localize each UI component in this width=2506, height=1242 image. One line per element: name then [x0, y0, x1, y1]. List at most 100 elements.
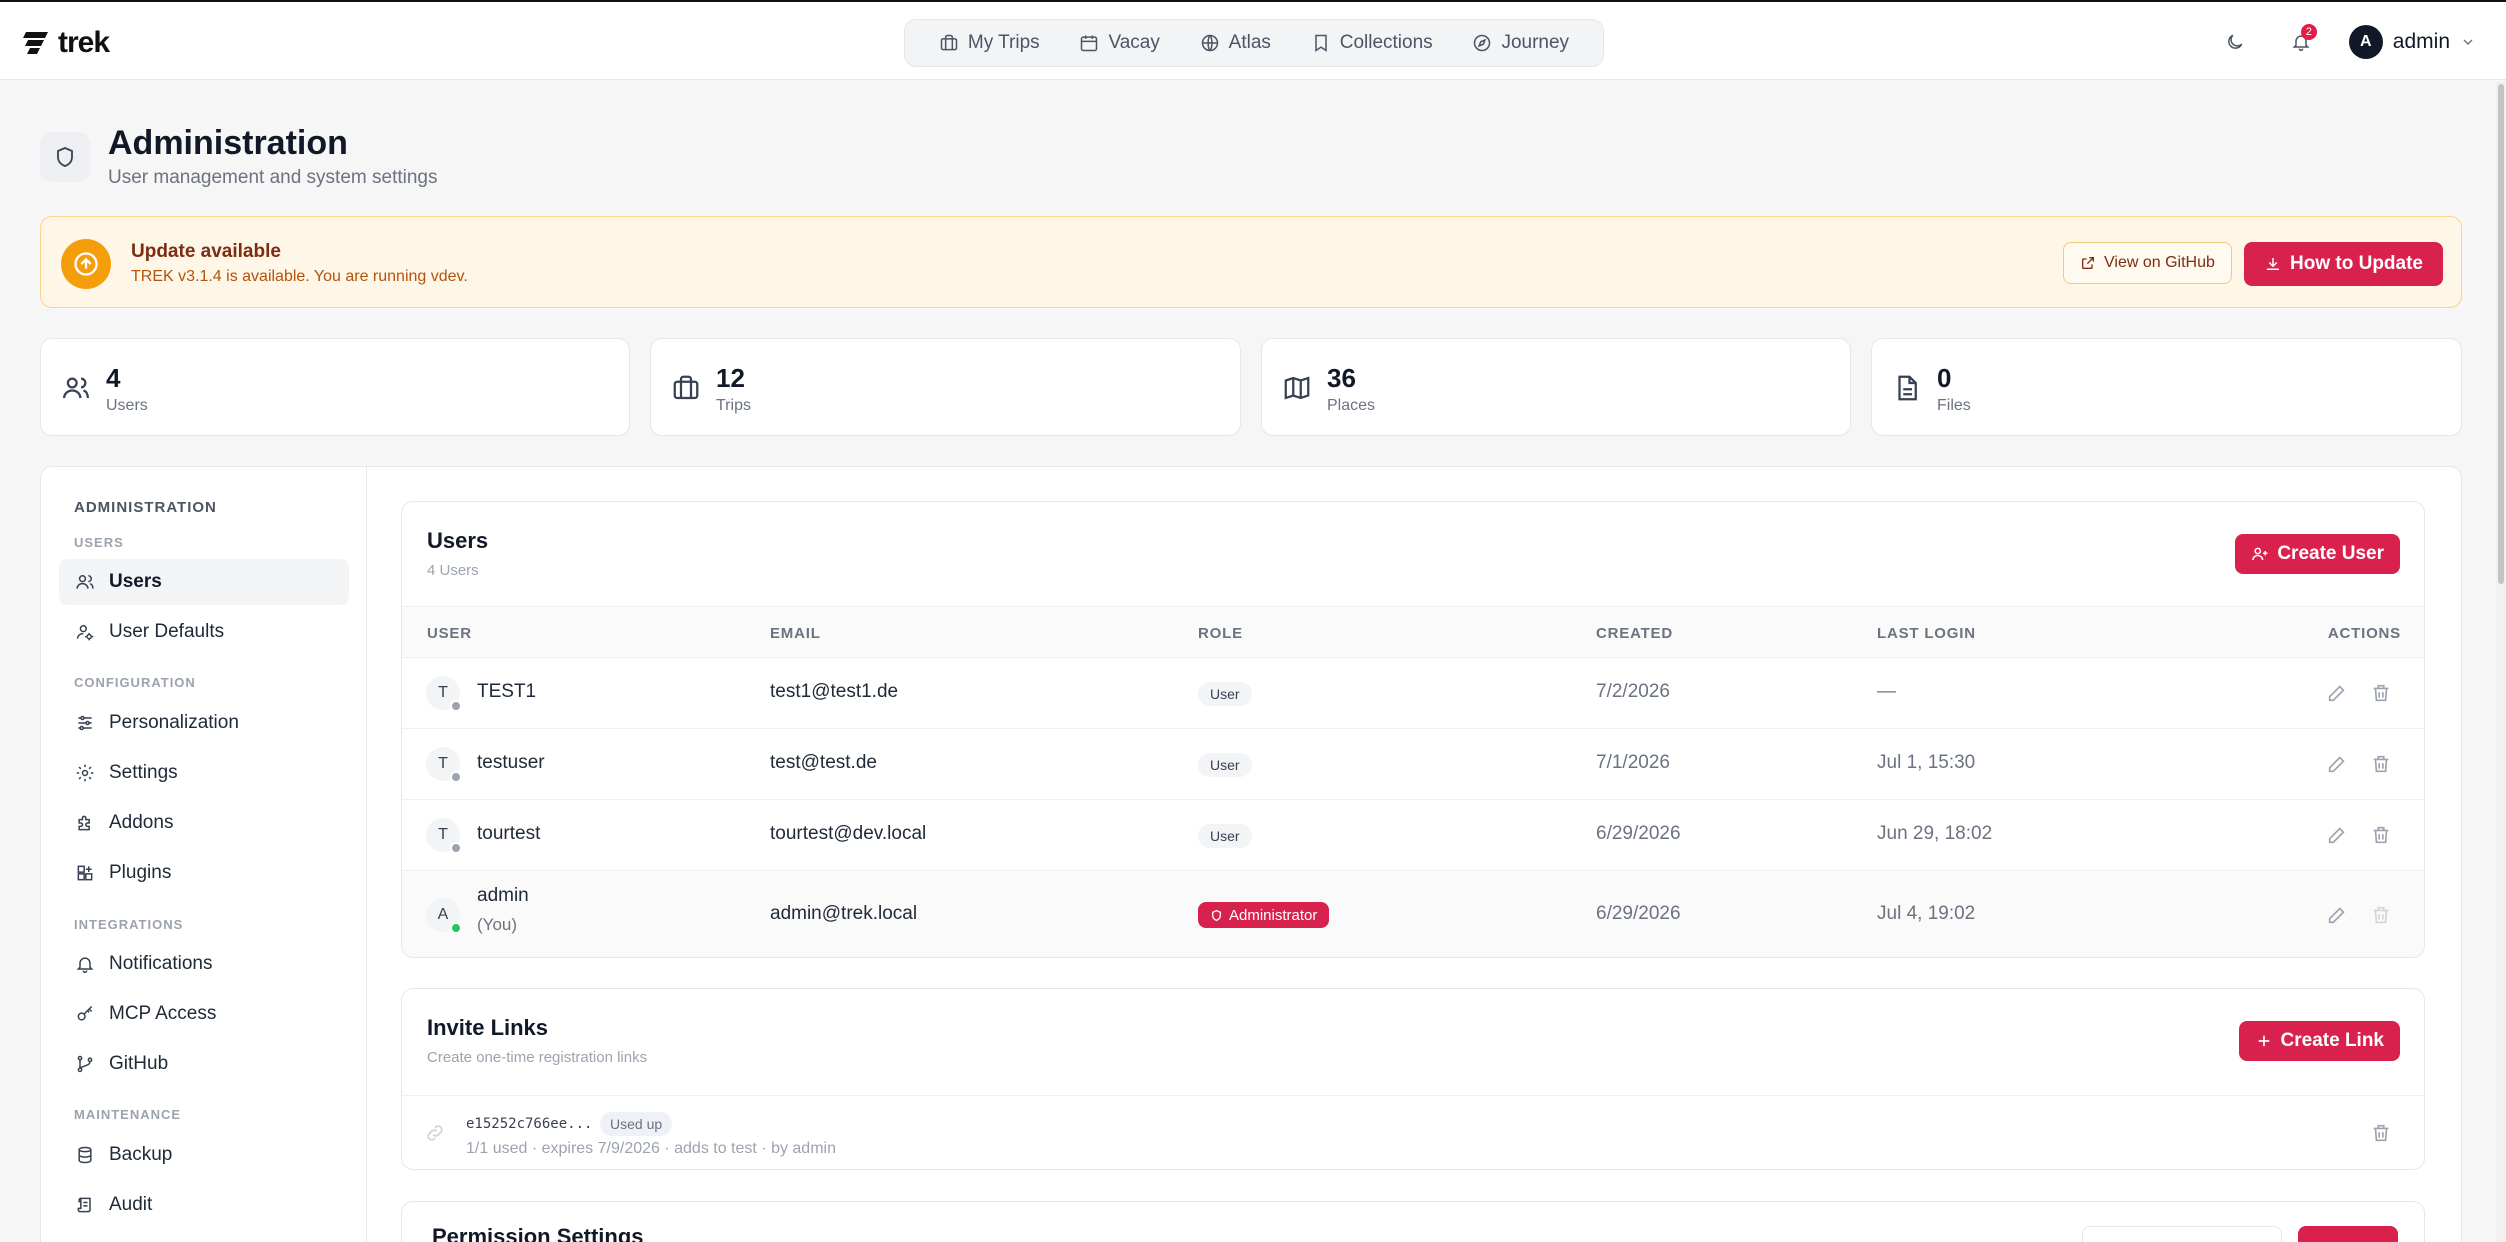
sidebar-item-github[interactable]: GitHub — [59, 1041, 349, 1087]
sidebar-item-settings[interactable]: Settings — [59, 750, 349, 796]
user-name: testuser — [477, 752, 545, 773]
main-nav: My Trips Vacay Atlas Collections Journey — [904, 19, 1604, 67]
panel-title: Permission Settings — [432, 1224, 644, 1242]
sidebar-item-label: User Defaults — [109, 621, 225, 642]
button-label: Create Link — [2280, 1030, 2384, 1051]
stat-card-trips: 12 Trips — [650, 338, 1241, 436]
stat-label: Places — [1327, 397, 1376, 414]
nav-label: Vacay — [1108, 32, 1160, 53]
stat-value: 0 — [1937, 363, 1952, 393]
nav-journey[interactable]: Journey — [1472, 32, 1569, 54]
trek-logo-icon — [23, 32, 48, 54]
trash-icon[interactable] — [2370, 682, 2392, 704]
sidebar-item-plugins[interactable]: Plugins — [59, 850, 349, 896]
sidebar-item-addons[interactable]: Addons — [59, 800, 349, 846]
sidebar-group-configuration: CONFIGURATION — [74, 675, 196, 690]
edit-icon[interactable] — [2326, 682, 2348, 704]
role-badge: Administrator — [1198, 902, 1330, 928]
trash-icon[interactable] — [2370, 1122, 2392, 1144]
user-name: admin — [477, 885, 529, 906]
arrow-up-circle-icon — [61, 239, 111, 289]
stat-card-places: 36 Places — [1261, 338, 1851, 436]
grid-plus-icon — [77, 865, 93, 881]
view-on-github-button[interactable]: View on GitHub — [2063, 242, 2232, 284]
sidebar-item-mcp-access[interactable]: MCP Access — [59, 991, 349, 1037]
sidebar-item-audit[interactable]: Audit — [59, 1182, 349, 1228]
column-header-email: EMAIL — [770, 625, 821, 642]
user-menu[interactable]: A admin — [2348, 25, 2476, 59]
notifications-button[interactable]: 2 — [2283, 24, 2319, 60]
update-banner: Update available TREK v3.1.4 is availabl… — [40, 216, 2462, 308]
sidebar-item-label: Users — [109, 571, 162, 592]
avatar-initial: T — [438, 826, 448, 843]
sidebar-item-label: Backup — [109, 1144, 173, 1165]
stat-card-users: 4 Users — [40, 338, 630, 436]
edit-icon[interactable] — [2326, 824, 2348, 846]
nav-my-trips[interactable]: My Trips — [939, 32, 1040, 54]
last-login: Jul 4, 19:02 — [1877, 903, 1976, 924]
sidebar-item-personalization[interactable]: Personalization — [59, 700, 349, 746]
user-name: TEST1 — [477, 681, 537, 702]
panel-title: Users — [427, 528, 489, 553]
users-table-header: USER EMAIL ROLE CREATED LAST LOGIN ACTIO… — [402, 606, 2424, 658]
sidebar-item-label: GitHub — [109, 1053, 169, 1074]
table-row[interactable]: T testuser test@test.de User 7/1/2026 Ju… — [402, 729, 2424, 800]
users-icon — [76, 575, 94, 589]
sidebar-item-user-defaults[interactable]: User Defaults — [59, 609, 349, 655]
button-label: View on GitHub — [2104, 254, 2215, 271]
edit-icon[interactable] — [2326, 753, 2348, 775]
nav-collections[interactable]: Collections — [1311, 32, 1433, 54]
role-label: Administrator — [1229, 906, 1318, 924]
sidebar-group-integrations: INTEGRATIONS — [74, 917, 184, 932]
sidebar-item-label: Audit — [109, 1194, 153, 1215]
stat-label: Trips — [716, 397, 751, 414]
nav-vacay[interactable]: Vacay — [1079, 32, 1160, 54]
sidebar-item-users[interactable]: Users — [59, 559, 349, 605]
user-cog-icon — [76, 625, 94, 641]
sidebar-item-notifications[interactable]: Notifications — [59, 941, 349, 987]
stat-value: 12 — [716, 363, 745, 393]
sidebar-item-backup[interactable]: Backup — [59, 1132, 349, 1178]
users-panel: Users 4 Users Create User USER EMAIL ROL… — [401, 501, 2425, 958]
scrollbar-thumb[interactable] — [2498, 84, 2504, 584]
permission-secondary-button[interactable] — [2082, 1226, 2282, 1242]
role-badge: User — [1198, 753, 1252, 777]
permission-save-button[interactable] — [2298, 1226, 2398, 1242]
nav-label: My Trips — [967, 32, 1040, 53]
trash-icon[interactable] — [2370, 824, 2392, 846]
table-row[interactable]: A admin (You) admin@trek.local Administr… — [402, 871, 2424, 957]
key-icon — [77, 1005, 93, 1021]
edit-icon[interactable] — [2326, 904, 2348, 926]
create-link-button[interactable]: Create Link — [2238, 1021, 2400, 1061]
app-logo[interactable]: trek — [22, 26, 110, 60]
calendar-icon — [1081, 35, 1098, 52]
git-branch-icon — [77, 1055, 93, 1073]
avatar: T — [426, 676, 462, 712]
admin-sidebar: ADMINISTRATION USERS Users User Defaults… — [41, 467, 367, 1242]
plus-icon — [2258, 1035, 2269, 1047]
user-count: 4 Users — [427, 562, 479, 579]
page-title: Administration — [108, 124, 348, 162]
how-to-update-button[interactable]: How to Update — [2244, 242, 2443, 286]
avatar-initial: A — [437, 906, 449, 923]
status-dot — [450, 922, 462, 934]
status-badge: Used up — [600, 1112, 673, 1136]
user-name: tourtest — [477, 823, 541, 844]
table-row[interactable]: T tourtest tourtest@dev.local User 6/29/… — [402, 800, 2424, 871]
theme-toggle-button[interactable] — [2217, 24, 2253, 60]
panel-subtitle: Create one-time registration links — [427, 1049, 648, 1066]
bookmark-icon — [1314, 34, 1327, 52]
page-subtitle: User management and system settings — [108, 167, 438, 188]
app-name: trek — [58, 26, 110, 59]
nav-label: Collections — [1339, 32, 1433, 53]
create-user-button[interactable]: Create User — [2235, 534, 2400, 574]
trash-icon[interactable] — [2370, 753, 2392, 775]
notification-count-badge: 2 — [2300, 24, 2317, 40]
page-scrollbar[interactable] — [2496, 82, 2506, 1242]
users-icon — [63, 377, 89, 399]
table-row[interactable]: T TEST1 test1@test1.de User 7/2/2026 — — [402, 658, 2424, 729]
gear-icon — [76, 764, 94, 782]
nav-atlas[interactable]: Atlas — [1200, 32, 1271, 54]
created-date: 6/29/2026 — [1596, 903, 1681, 924]
list-item: e15252c766ee... Used up 1/1 used · expir… — [402, 1095, 2424, 1169]
